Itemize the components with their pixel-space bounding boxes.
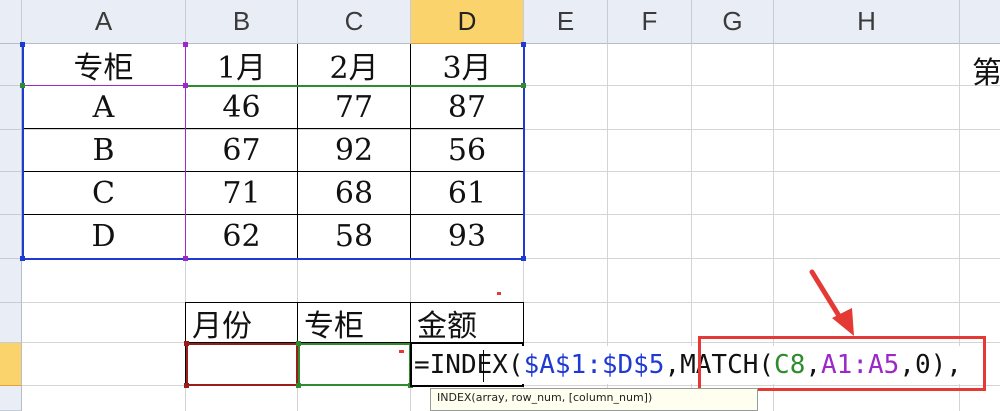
error-indicator xyxy=(399,350,404,353)
row-header-9[interactable] xyxy=(0,386,22,411)
row-header-5[interactable] xyxy=(0,215,22,259)
column-header-label: E xyxy=(556,6,575,36)
cell-text: 46 xyxy=(222,90,261,125)
cell-d3[interactable]: 56 xyxy=(411,130,523,171)
column-header-b[interactable]: B xyxy=(186,0,298,44)
cell-a2[interactable]: A xyxy=(22,86,185,129)
cell-d7[interactable]: 金额 xyxy=(411,303,523,344)
column-header-d[interactable]: D xyxy=(411,0,524,44)
range-handle[interactable] xyxy=(296,383,301,388)
cell-text: 67 xyxy=(222,133,261,168)
row-header-8[interactable] xyxy=(0,343,22,386)
cell-text: 第 xyxy=(972,56,1000,91)
cell-text: 2月 xyxy=(329,50,379,86)
cell-text: A xyxy=(92,90,115,125)
cell-text: 87 xyxy=(447,90,487,125)
column-header-label: C xyxy=(344,6,364,36)
cell-c2[interactable]: 77 xyxy=(298,86,410,129)
cell-a3[interactable]: B xyxy=(22,130,185,171)
cell-b2[interactable]: 46 xyxy=(186,86,297,129)
formula-token-range-ref: $A$1:$D$5 xyxy=(523,350,665,380)
cell-d1[interactable]: 3月 xyxy=(411,44,523,86)
cell-text: 58 xyxy=(334,219,374,254)
cell-text: 56 xyxy=(447,133,487,168)
cell-text: D xyxy=(91,219,116,254)
cell-text: C xyxy=(92,175,115,211)
cell-text: 月份 xyxy=(192,308,252,344)
column-header-f[interactable]: F xyxy=(608,0,692,44)
column-header-label: B xyxy=(232,6,251,36)
column-header-label: G xyxy=(722,6,743,36)
column-header-label: D xyxy=(457,6,477,36)
column-header-label: A xyxy=(94,6,113,36)
row-header-6[interactable] xyxy=(0,259,22,303)
cell-c3[interactable]: 92 xyxy=(298,130,410,171)
text-cursor xyxy=(483,350,484,382)
cell-b3[interactable]: 67 xyxy=(186,130,297,171)
column-header-i[interactable] xyxy=(960,0,1000,44)
cell-c1[interactable]: 2月 xyxy=(298,44,410,86)
cell-text: 1月 xyxy=(216,50,267,86)
cell-b4[interactable]: 71 xyxy=(186,172,297,214)
row-header-7[interactable] xyxy=(0,303,22,343)
cell-i1[interactable]: 第 xyxy=(972,48,1000,92)
column-header-h[interactable]: H xyxy=(774,0,960,44)
cell-text: B xyxy=(92,133,115,168)
row-header-2[interactable] xyxy=(0,86,22,130)
cell-text: 68 xyxy=(334,175,374,211)
cell-text: 93 xyxy=(447,219,487,254)
row-header-4[interactable] xyxy=(0,172,22,215)
column-header-e[interactable]: E xyxy=(524,0,608,44)
cell-c7[interactable]: 专柜 xyxy=(298,303,410,344)
cell-a1[interactable]: 专柜 xyxy=(22,44,185,86)
cell-a5[interactable]: D xyxy=(22,215,185,258)
range-handle[interactable] xyxy=(296,341,301,346)
cell-a4[interactable]: C xyxy=(22,172,185,214)
select-all-corner[interactable] xyxy=(0,0,22,44)
cell-b5[interactable]: 62 xyxy=(186,215,297,258)
cell-text: 61 xyxy=(447,175,487,211)
cell-d2[interactable]: 87 xyxy=(411,86,523,129)
cell-d4[interactable]: 61 xyxy=(411,172,523,214)
cell-text: 71 xyxy=(222,175,261,211)
function-tooltip: INDEX(array, row_num, [column_num]) xyxy=(430,388,758,411)
formula-token-index: =INDEX( xyxy=(414,350,524,380)
cell-b7[interactable]: 月份 xyxy=(186,303,297,344)
column-header-label: F xyxy=(641,6,658,36)
stray-mark xyxy=(497,292,501,295)
cell-text: 专柜 xyxy=(73,50,134,86)
cell-text: 专柜 xyxy=(304,308,364,344)
column-header-g[interactable]: G xyxy=(692,0,774,44)
row-header-3[interactable] xyxy=(0,130,22,172)
cell-c5[interactable]: 58 xyxy=(298,215,410,258)
range-handle[interactable] xyxy=(184,341,189,346)
cell-text: 金额 xyxy=(417,308,477,344)
cell-b8[interactable] xyxy=(186,343,298,386)
formula-token-separator: , xyxy=(664,350,681,380)
cell-text: 92 xyxy=(334,133,374,168)
cell-b1[interactable]: 1月 xyxy=(186,44,297,86)
cell-c8[interactable] xyxy=(298,343,411,386)
annotation-arrow-icon xyxy=(809,269,854,336)
column-header-label: H xyxy=(857,6,876,36)
row-header-1[interactable] xyxy=(0,44,22,86)
cell-text: 62 xyxy=(222,219,261,254)
column-header-c[interactable]: C xyxy=(298,0,411,44)
cell-text: 77 xyxy=(334,90,374,125)
column-header-a[interactable]: A xyxy=(22,0,186,44)
cell-text: 3月 xyxy=(442,50,492,86)
highlight-box xyxy=(698,336,986,391)
range-handle[interactable] xyxy=(184,383,189,388)
cell-c4[interactable]: 68 xyxy=(298,172,410,214)
tooltip-signature: INDEX(array, row_num, [column_num]) xyxy=(437,391,653,404)
cell-d5[interactable]: 93 xyxy=(411,215,523,258)
